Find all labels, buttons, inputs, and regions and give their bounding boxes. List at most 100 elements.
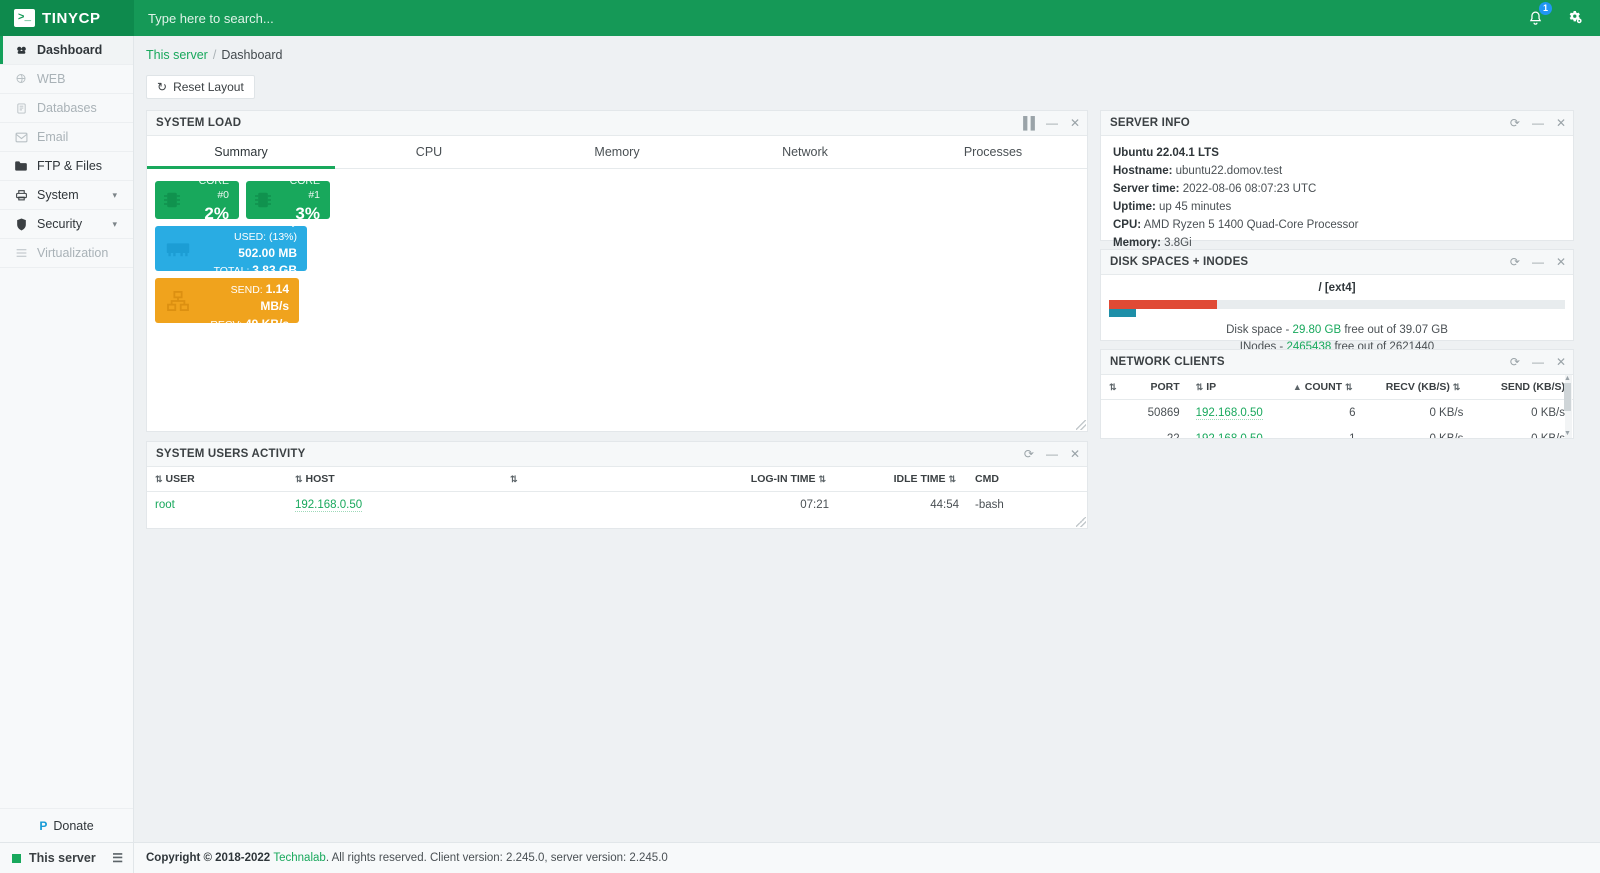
tab-processes[interactable]: Processes xyxy=(899,136,1087,168)
tile-core-1[interactable]: CORE #1 3% xyxy=(246,181,330,219)
sidebar-item-databases[interactable]: Databases xyxy=(0,94,133,123)
sidebar-item-label: Databases xyxy=(37,101,97,115)
settings-cogs-icon[interactable] xyxy=(1564,7,1586,29)
col-ip-label: IP xyxy=(1206,381,1217,393)
user-value: root xyxy=(155,499,175,511)
cpu-value: AMD Ryzen 5 1400 Quad-Core Processor xyxy=(1143,219,1359,232)
minimize-icon[interactable]: — xyxy=(1532,256,1544,268)
col-host[interactable]: ⇅ HOST xyxy=(287,467,502,492)
network-recv-value: 49 KB/s xyxy=(245,317,289,323)
notifications-bell-icon[interactable]: 1 xyxy=(1524,2,1552,29)
table-header-row: ⇅ USER ⇅ HOST ⇅ LOG-IN TIME ⇅ IDLE TIME ⇅ … xyxy=(147,467,1087,492)
company-link[interactable]: Technalab xyxy=(273,852,325,864)
topbar-actions: 1 xyxy=(1524,2,1600,29)
donate-button[interactable]: P Donate xyxy=(0,808,133,842)
panel-resize-handle[interactable] xyxy=(1076,420,1086,430)
list-icon[interactable]: ☰ xyxy=(112,851,123,865)
tile-core-1-body: CORE #1 3% xyxy=(280,181,330,219)
tab-summary[interactable]: Summary xyxy=(147,136,335,169)
server-selector[interactable]: This server ☰ xyxy=(0,842,133,873)
scroll-up-arrow-icon[interactable]: ▲ xyxy=(1564,375,1571,383)
col-blank[interactable]: ⇅ xyxy=(502,467,732,492)
col-login-time[interactable]: LOG-IN TIME ⇅ xyxy=(732,467,837,492)
col-count[interactable]: ▲ COUNT ⇅ xyxy=(1270,375,1364,400)
footer-rest: . All rights reserved. Client version: 2… xyxy=(325,852,668,864)
tinycp-dashboard: >_ TINYCP 1 xyxy=(0,0,1600,873)
tab-memory[interactable]: Memory xyxy=(523,136,711,168)
sidebar-item-label: Security xyxy=(37,217,83,231)
table-row[interactable]: root 192.168.0.50 07:21 44:54 -bash xyxy=(147,492,1087,519)
tab-cpu[interactable]: CPU xyxy=(335,136,523,168)
scrollbar-thumb[interactable] xyxy=(1564,383,1571,411)
panel-header[interactable]: SERVER INFO ⟳ — ✕ xyxy=(1101,111,1573,136)
col-ip[interactable]: ⇅ IP xyxy=(1187,375,1271,400)
minimize-icon[interactable]: — xyxy=(1046,448,1058,460)
core-0-label: CORE #0 xyxy=(198,181,229,201)
panel-network-clients: NETWORK CLIENTS ⟳ — ✕ ⇅ PORT ⇅ IP ▲ COUNT … xyxy=(1100,349,1574,439)
close-icon[interactable]: ✕ xyxy=(1556,256,1566,268)
close-icon[interactable]: ✕ xyxy=(1070,448,1080,460)
col-send-label: SEND (KB/S) xyxy=(1500,381,1565,393)
search-input[interactable] xyxy=(140,3,560,33)
cell-count: 6 xyxy=(1349,407,1356,419)
sidebar-item-system[interactable]: System ▾ xyxy=(0,181,133,210)
panel-header[interactable]: SYSTEM LOAD ▐▐ — ✕ xyxy=(147,111,1087,136)
table-row[interactable]: 50869 192.168.0.50 6 0 KB/s 0 KB/s xyxy=(1101,400,1573,427)
panel-resize-handle[interactable] xyxy=(1076,517,1086,527)
vertical-scrollbar[interactable]: ▲ ▼ xyxy=(1564,375,1572,438)
col-idle-time[interactable]: IDLE TIME ⇅ xyxy=(837,467,967,492)
tile-core-0[interactable]: CORE #0 2% xyxy=(155,181,239,219)
pause-icon[interactable]: ▐▐ xyxy=(1019,117,1035,129)
ip-link[interactable]: 192.168.0.50 xyxy=(1195,433,1263,438)
refresh-icon[interactable]: ⟳ xyxy=(1510,356,1520,368)
minimize-icon[interactable]: — xyxy=(1046,117,1058,129)
disk-space-line: Disk space - 29.80 GB free out of 39.07 … xyxy=(1109,322,1565,339)
cell-blank xyxy=(502,492,732,519)
tile-memory[interactable]: Memory USED: (13%) 502.00 MB TOTAL: 3.83… xyxy=(155,226,307,271)
sidebar-nav: Dashboard WEB Databases Email FTP & File… xyxy=(0,36,133,808)
cell-send: 0 KB/s xyxy=(1471,426,1573,438)
reset-layout-label: Reset Layout xyxy=(173,80,244,94)
minimize-icon[interactable]: — xyxy=(1532,356,1544,368)
refresh-icon[interactable]: ⟳ xyxy=(1510,256,1520,268)
info-row-server-time: Server time: 2022-08-06 08:07:23 UTC xyxy=(1113,180,1561,198)
col-user[interactable]: ⇅ USER xyxy=(147,467,287,492)
refresh-icon[interactable]: ⟳ xyxy=(1024,448,1034,460)
col-cmd[interactable]: CMD xyxy=(967,467,1087,492)
table-body: root 192.168.0.50 07:21 44:54 -bash xyxy=(147,492,1087,519)
reset-layout-button[interactable]: ↻ Reset Layout xyxy=(146,75,255,99)
col-send[interactable]: SEND (KB/S) xyxy=(1471,375,1573,400)
cell-port: 50869 xyxy=(1147,407,1180,419)
refresh-icon[interactable]: ⟳ xyxy=(1510,117,1520,129)
close-icon[interactable]: ✕ xyxy=(1556,117,1566,129)
close-icon[interactable]: ✕ xyxy=(1070,117,1080,129)
sidebar-item-web[interactable]: WEB xyxy=(0,65,133,94)
sidebar-item-email[interactable]: Email xyxy=(0,123,133,152)
scroll-down-arrow-icon[interactable]: ▼ xyxy=(1564,430,1571,438)
sidebar-item-virtualization[interactable]: Virtualization xyxy=(0,239,133,268)
host-link[interactable]: 192.168.0.50 xyxy=(295,499,363,512)
sidebar-item-label: System xyxy=(37,188,79,202)
minimize-icon[interactable]: — xyxy=(1532,117,1544,129)
panel-header[interactable]: SYSTEM USERS ACTIVITY ⟳ — ✕ xyxy=(147,442,1087,467)
panel-header[interactable]: DISK SPACES + INODES ⟳ — ✕ xyxy=(1101,250,1573,275)
info-row-hostname: Hostname: ubuntu22.domov.test xyxy=(1113,162,1561,180)
ip-link[interactable]: 192.168.0.50 xyxy=(1195,407,1263,420)
col-recv[interactable]: RECV (KB/S) ⇅ xyxy=(1363,375,1472,400)
panel-header[interactable]: NETWORK CLIENTS ⟳ — ✕ xyxy=(1101,350,1573,375)
sidebar-item-ftp-files[interactable]: FTP & Files xyxy=(0,152,133,181)
sidebar-item-security[interactable]: Security ▾ xyxy=(0,210,133,239)
col-port[interactable]: PORT xyxy=(1127,375,1188,400)
panel-title: SYSTEM LOAD xyxy=(156,117,242,129)
tile-network-enp0s3[interactable]: enp0s3 SEND: 1.14 MB/s RECV: 49 KB/s xyxy=(155,278,299,323)
tab-network[interactable]: Network xyxy=(711,136,899,168)
close-icon[interactable]: ✕ xyxy=(1556,356,1566,368)
brand-logo-area[interactable]: >_ TINYCP xyxy=(0,0,134,36)
table-row[interactable]: 22 192.168.0.50 1 0 KB/s 0 KB/s xyxy=(1101,426,1573,438)
disk-bars xyxy=(1109,300,1565,317)
col-select[interactable]: ⇅ xyxy=(1101,375,1128,400)
col-idle-time-label: IDLE TIME xyxy=(893,473,946,485)
sidebar-item-dashboard[interactable]: Dashboard xyxy=(0,36,133,65)
breadcrumb-root-link[interactable]: This server xyxy=(146,48,208,62)
copyright-text: Copyright © 2018-2022 xyxy=(146,852,271,864)
